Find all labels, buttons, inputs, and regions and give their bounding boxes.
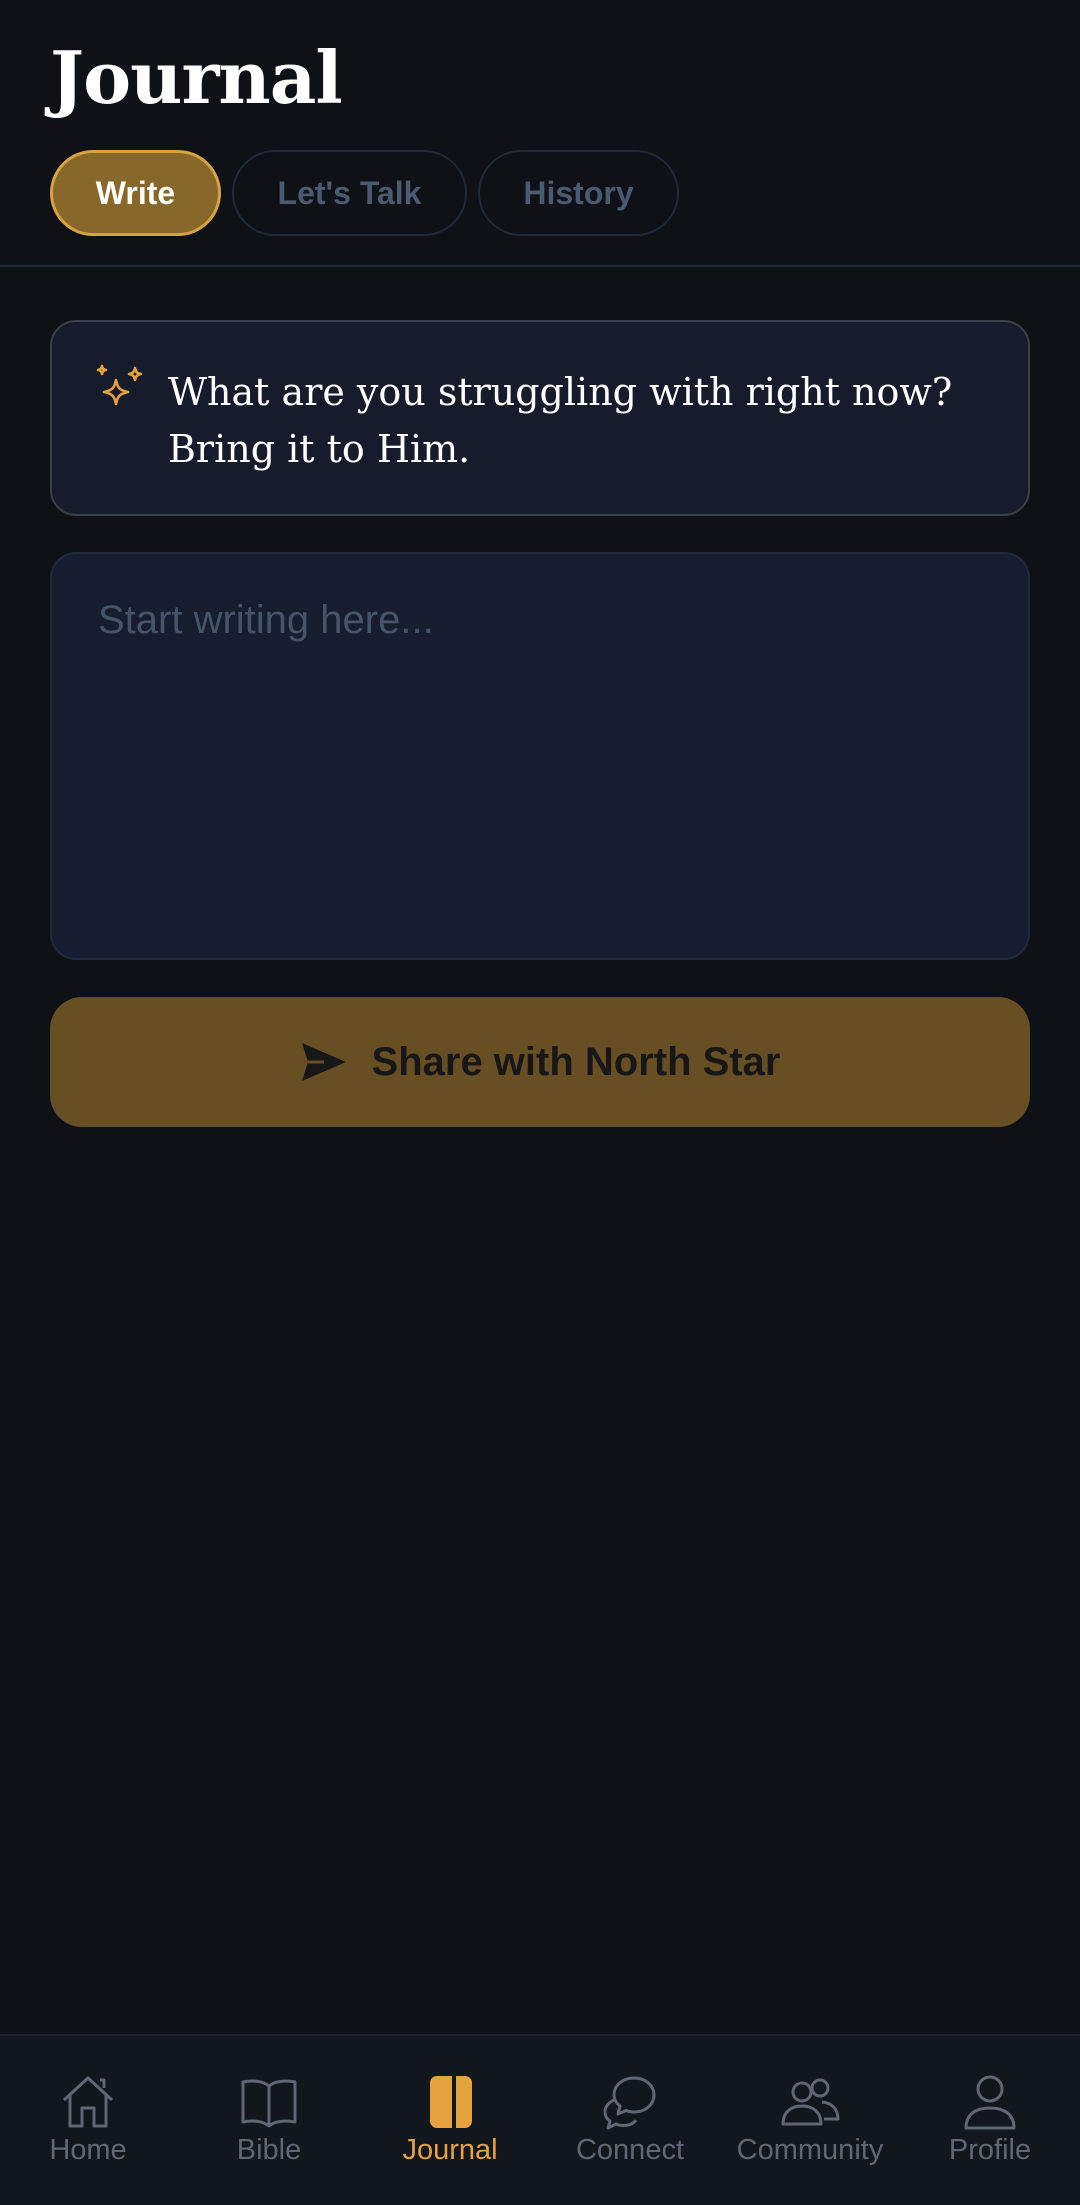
sparkles-icon — [96, 364, 143, 406]
nav-label-community: Community — [736, 2134, 884, 2166]
nav-item-profile[interactable]: Profile — [940, 2036, 1040, 2205]
bottom-navigation: Home Bible Journal Connect Community Pro… — [0, 2034, 1080, 2205]
nav-item-community[interactable]: Community — [730, 2036, 890, 2205]
journal-icon — [430, 2076, 472, 2128]
share-with-north-star-button[interactable]: Share with North Star — [50, 997, 1030, 1127]
tab-lets-talk[interactable]: Let's Talk — [232, 150, 467, 236]
tab-write[interactable]: Write — [50, 150, 221, 236]
nav-item-journal[interactable]: Journal — [390, 2036, 510, 2205]
page-title: Journal — [50, 35, 343, 120]
journal-entry-box[interactable] — [50, 552, 1030, 960]
nav-item-home[interactable]: Home — [38, 2036, 138, 2205]
nav-item-connect[interactable]: Connect — [570, 2036, 690, 2205]
journal-screen: Journal Write Let's Talk History What ar… — [0, 0, 1080, 2205]
chat-bubbles-icon — [603, 2076, 656, 2130]
prompt-text: What are you struggling with right now? … — [168, 370, 953, 471]
journal-tabs: Write Let's Talk History — [50, 150, 679, 236]
book-open-icon — [241, 2079, 297, 2128]
nav-label-journal: Journal — [402, 2134, 498, 2166]
journal-entry-input[interactable] — [98, 594, 982, 918]
user-icon — [964, 2075, 1016, 2130]
nav-item-bible[interactable]: Bible — [219, 2036, 319, 2205]
nav-label-profile: Profile — [948, 2134, 1032, 2166]
home-icon — [62, 2076, 114, 2128]
tab-history[interactable]: History — [478, 150, 679, 236]
nav-label-connect: Connect — [575, 2134, 684, 2166]
nav-label-home: Home — [49, 2134, 127, 2166]
nav-label-bible: Bible — [236, 2134, 302, 2166]
send-icon — [301, 1043, 346, 1081]
header-divider — [0, 265, 1080, 267]
prompt-card: What are you struggling with right now? … — [50, 320, 1030, 516]
users-icon — [781, 2078, 840, 2126]
share-button-label: Share with North Star — [371, 1039, 781, 1084]
